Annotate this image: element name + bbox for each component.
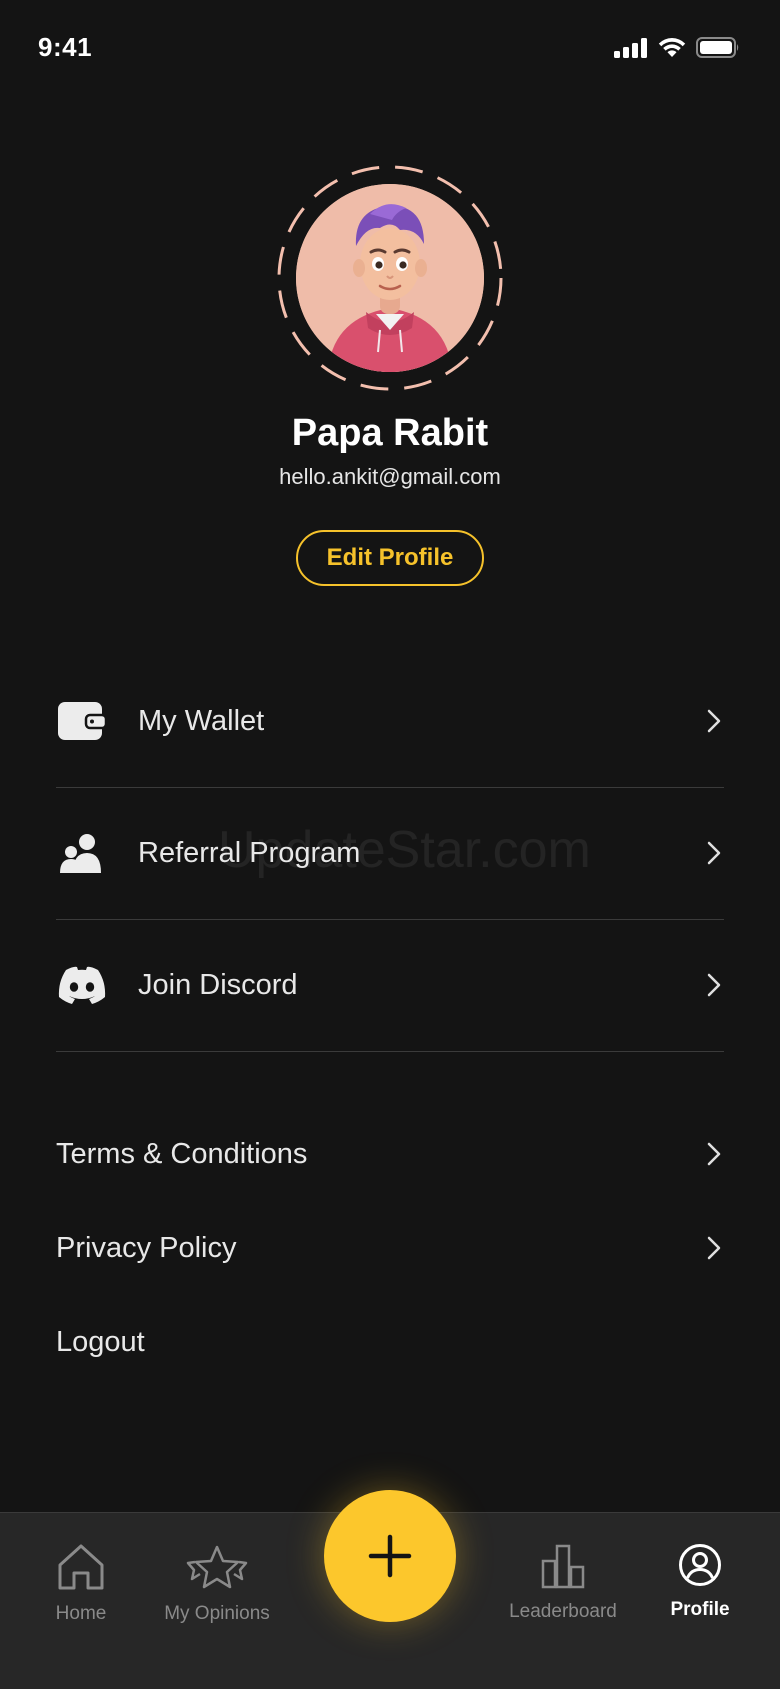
tab-my-opinions[interactable]: My Opinions (142, 1543, 292, 1625)
battery-icon (696, 37, 739, 58)
menu-item-join-discord[interactable]: Join Discord (56, 919, 724, 1052)
wifi-icon (658, 38, 686, 57)
avatar-illustration-icon (296, 184, 484, 372)
signal-icon (614, 38, 647, 58)
tab-label: Profile (670, 1599, 730, 1620)
terms-conditions-link[interactable]: Terms & Conditions (56, 1124, 724, 1184)
user-email: hello.ankit@gmail.com (279, 464, 501, 489)
terms-conditions-label: Terms & Conditions (56, 1137, 308, 1170)
status-bar: 9:41 (0, 0, 780, 100)
avatar-image (296, 184, 484, 372)
menu-item-label: My Wallet (138, 704, 265, 737)
chevron-right-icon (707, 841, 721, 865)
logout-button[interactable]: Logout (56, 1312, 724, 1372)
tab-home[interactable]: Home (6, 1543, 156, 1625)
menu-item-referral-program[interactable]: Referral Program (56, 787, 724, 920)
menu-item-label: Referral Program (138, 836, 361, 869)
profile-icon (679, 1544, 721, 1586)
logout-label: Logout (56, 1325, 145, 1358)
menu-item-label: Join Discord (138, 968, 298, 1001)
user-name: Papa Rabit (291, 412, 489, 454)
status-icons (614, 36, 740, 58)
bar-chart-icon (541, 1544, 585, 1589)
wallet-icon (56, 699, 108, 743)
menu-item-my-wallet[interactable]: My Wallet (56, 655, 724, 788)
tab-label: Leaderboard (509, 1601, 617, 1622)
chevron-right-icon (707, 1142, 721, 1166)
add-opinion-button[interactable] (324, 1490, 456, 1622)
discord-icon (56, 963, 108, 1007)
status-time: 9:41 (38, 32, 93, 62)
home-icon (58, 1544, 104, 1590)
tab-label: My Opinions (164, 1603, 270, 1624)
users-icon (56, 831, 108, 875)
tab-leaderboard[interactable]: Leaderboard (488, 1543, 638, 1623)
privacy-policy-label: Privacy Policy (56, 1231, 237, 1264)
chevron-right-icon (707, 1236, 721, 1260)
privacy-policy-link[interactable]: Privacy Policy (56, 1218, 724, 1278)
stars-icon (186, 1545, 248, 1589)
plus-icon (368, 1534, 412, 1578)
chevron-right-icon (707, 709, 721, 733)
chevron-right-icon (707, 973, 721, 997)
edit-profile-button[interactable]: Edit Profile (296, 530, 484, 586)
tab-profile[interactable]: Profile (625, 1543, 775, 1621)
avatar[interactable] (276, 164, 504, 392)
tab-label: Home (55, 1603, 107, 1624)
